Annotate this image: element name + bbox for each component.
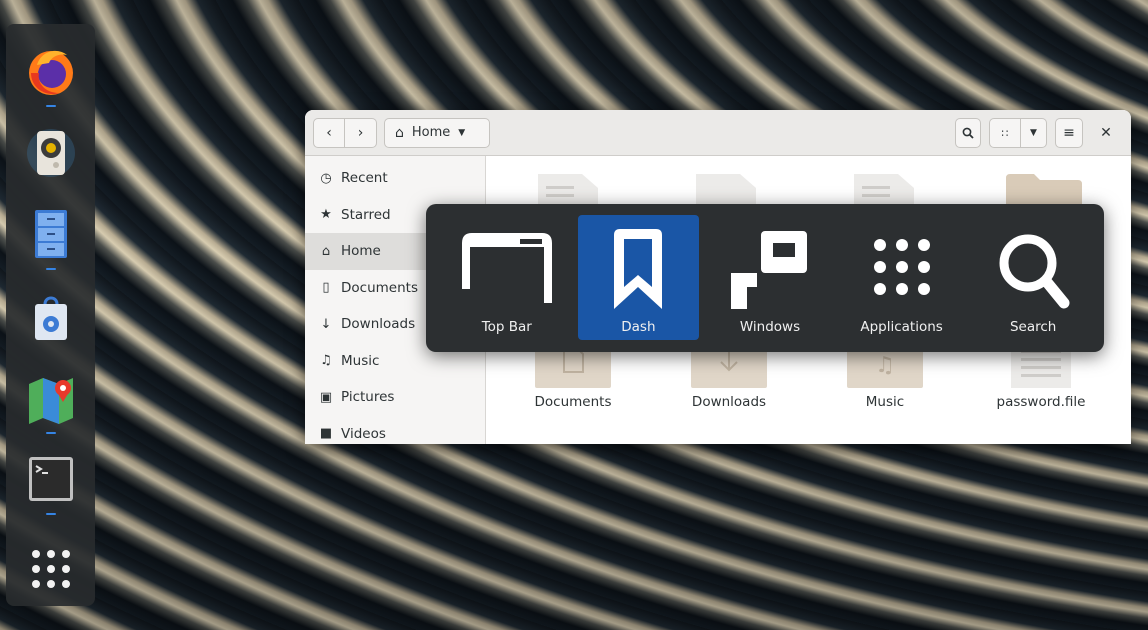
dock-maps[interactable] [15, 361, 87, 443]
dock-files[interactable] [15, 197, 87, 279]
home-icon: ⌂ [321, 243, 331, 259]
file-item-documents[interactable]: Documents [498, 342, 648, 410]
video-icon: ■ [319, 426, 333, 442]
search-icon [999, 234, 1070, 309]
home-icon: ⌂ [395, 124, 404, 141]
camera-icon: ▣ [319, 389, 333, 405]
sidebar-item-recent[interactable]: ◷ Recent [305, 160, 485, 197]
switcher-item-applications[interactable]: Applications [841, 215, 963, 340]
file-cabinet-icon [34, 210, 67, 259]
document-icon: ▯ [322, 280, 330, 296]
grid-icon [31, 550, 70, 589]
dock-software[interactable] [15, 279, 87, 361]
app-grid-icon [873, 239, 930, 295]
close-icon: ✕ [1100, 125, 1112, 141]
search-icon [962, 127, 974, 139]
hamburger-menu-icon: ≡ [1063, 125, 1075, 141]
switcher-item-label: Dash [621, 319, 656, 335]
view-options-dropdown[interactable]: ▼ [1021, 118, 1047, 148]
switcher-item-label: Top Bar [481, 319, 532, 335]
switcher-item-label: Applications [860, 319, 943, 335]
svg-text:♫: ♫ [875, 353, 895, 378]
terminal-icon [28, 457, 73, 502]
switcher-item-label: Windows [739, 319, 801, 335]
view-mode-button[interactable]: ∷ [989, 118, 1021, 148]
sidebar-item-label: Pictures [341, 389, 395, 406]
sidebar-item-label: Downloads [341, 316, 416, 333]
dash-icon [614, 229, 663, 309]
close-button[interactable]: ✕ [1091, 118, 1121, 148]
shopping-bag-icon [34, 296, 67, 341]
top-bar-icon [461, 233, 552, 303]
switcher-item-label: Search [1009, 319, 1057, 335]
switcher-item-search[interactable]: Search [972, 215, 1094, 340]
chevron-down-icon: ▼ [458, 127, 466, 138]
ctrl-alt-tab-switcher: Top Bar Dash Windows Applications Search [426, 204, 1104, 352]
main-menu-button[interactable]: ≡ [1055, 118, 1083, 148]
list-view-icon: ∷ [1001, 126, 1009, 140]
show-applications-button[interactable] [15, 524, 87, 606]
dock-firefox[interactable] [15, 34, 87, 116]
switcher-item-dash[interactable]: Dash [577, 215, 700, 340]
sidebar-item-label: Music [341, 352, 380, 369]
header-bar: ‹ › ⌂ Home ▼ ∷ ▼ ≡ ✕ [305, 110, 1131, 156]
sidebar-item-label: Recent [341, 170, 388, 187]
sidebar-item-pictures[interactable]: ▣ Pictures [305, 379, 485, 416]
file-item-downloads[interactable]: Downloads [654, 342, 804, 410]
file-label: Downloads [691, 394, 767, 410]
path-label: Home [411, 125, 451, 140]
dock [6, 24, 95, 606]
file-label: Music [865, 394, 905, 410]
file-label: password.file [996, 394, 1086, 410]
chevron-down-icon: ▼ [1030, 128, 1037, 138]
chevron-right-icon: › [357, 124, 364, 141]
sidebar-item-label: Videos [341, 425, 386, 442]
file-item-music[interactable]: ♫ Music [810, 342, 960, 410]
file-item-password-file[interactable]: password.file [966, 342, 1116, 410]
search-button[interactable] [955, 118, 981, 148]
back-button[interactable]: ‹ [313, 117, 345, 148]
windows-icon [730, 231, 807, 309]
download-icon: ↓ [320, 316, 332, 332]
star-icon: ★ [320, 207, 332, 223]
sidebar-item-label: Home [341, 243, 381, 260]
music-note-icon: ♫ [320, 353, 332, 369]
sidebar-item-label: Documents [341, 279, 418, 296]
clock-icon: ◷ [320, 170, 332, 186]
switcher-item-top-bar[interactable]: Top Bar [446, 215, 568, 340]
dock-terminal[interactable] [15, 443, 87, 525]
firefox-icon [28, 50, 73, 95]
file-label: Documents [534, 394, 612, 410]
switcher-item-windows[interactable]: Windows [709, 215, 831, 340]
dock-rhythmbox[interactable] [15, 116, 87, 198]
speaker-icon [26, 128, 75, 177]
forward-button[interactable]: › [345, 117, 377, 148]
sidebar-item-videos[interactable]: ■ Videos [305, 416, 485, 445]
sidebar-item-label: Starred [341, 206, 391, 223]
chevron-left-icon: ‹ [326, 124, 332, 141]
path-bar-home[interactable]: ⌂ Home ▼ [384, 117, 490, 148]
map-icon [28, 377, 73, 424]
